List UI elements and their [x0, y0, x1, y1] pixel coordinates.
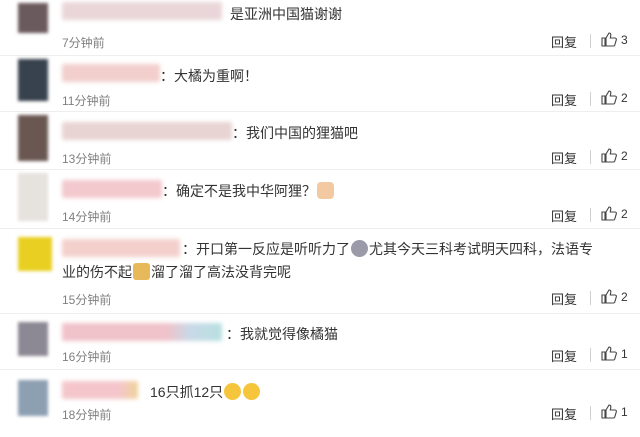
- comment-item: ：我就觉得像橘猫 16分钟前 回复 1: [0, 314, 640, 370]
- divider: [590, 92, 591, 106]
- like-count: 1: [621, 404, 628, 419]
- comment-item: ：确定不是我中华阿狸？ 14分钟前 回复 2: [0, 170, 640, 229]
- like-button[interactable]: 2: [601, 206, 628, 221]
- reply-button[interactable]: 回复: [551, 206, 577, 225]
- avatar[interactable]: [18, 3, 48, 33]
- like-count: 2: [621, 206, 628, 221]
- reply-button[interactable]: 回复: [551, 90, 577, 109]
- comment-time: 15分钟前: [62, 293, 112, 307]
- comment-text-line1b: 尤其今天三科考试明天四科，法语专: [369, 241, 593, 257]
- comment-item: ：我们中国的狸猫吧 13分钟前 回复 2: [0, 112, 640, 170]
- nickname-blurred[interactable]: [62, 2, 222, 20]
- comment-item: 是亚洲中国猫谢谢 7分钟前 回复 3: [0, 0, 640, 56]
- thumbs-up-icon: [601, 346, 617, 361]
- like-count: 2: [621, 90, 628, 105]
- comment-time: 18分钟前: [62, 408, 112, 422]
- comment-time: 16分钟前: [62, 350, 112, 364]
- avatar[interactable]: [18, 380, 48, 416]
- cat-face-emoji-icon: [317, 182, 334, 199]
- like-button[interactable]: 1: [601, 404, 628, 419]
- comment-text-body: ：确定不是我中华阿狸？: [162, 183, 316, 199]
- reply-button[interactable]: 回复: [551, 289, 577, 308]
- comment-item: 16只抓12只 18分钟前 回复 1: [0, 370, 640, 437]
- comment-text-line2b: 溜了溜了高法没背完呢: [151, 264, 291, 280]
- divider: [590, 150, 591, 164]
- like-button[interactable]: 2: [601, 90, 628, 105]
- nickname-blurred[interactable]: [62, 381, 138, 399]
- comment-item: ：开口第一反应是听听力了 尤其今天三科考试明天四科，法语专 业的伤不起 溜了溜了高法…: [0, 229, 640, 314]
- thumbs-up-icon: [601, 289, 617, 304]
- comment-text: ：确定不是我中华阿狸？: [162, 180, 562, 202]
- divider: [590, 208, 591, 222]
- like-count: 3: [621, 32, 628, 47]
- avatar[interactable]: [18, 322, 48, 356]
- comment-item: ：大橘为重啊！ 11分钟前 回复 2: [0, 56, 640, 112]
- comment-time: 14分钟前: [62, 210, 112, 224]
- nickname-blurred[interactable]: [62, 64, 160, 82]
- nickname-blurred[interactable]: [62, 122, 232, 140]
- divider: [590, 34, 591, 48]
- crying-face-emoji-icon: [224, 383, 242, 400]
- thumbs-up-icon: [601, 206, 617, 221]
- comment-text-body: 16只抓12只: [150, 384, 224, 400]
- comment-text: 16只抓12只: [150, 381, 550, 403]
- like-count: 2: [621, 289, 628, 304]
- thumbs-up-icon: [601, 32, 617, 47]
- sticker-emoji-icon: [133, 263, 150, 280]
- nickname-blurred[interactable]: [62, 323, 222, 341]
- divider: [590, 291, 591, 305]
- reply-button[interactable]: 回复: [551, 32, 577, 51]
- comment-text-line1: ：开口第一反应是听听力了: [182, 241, 350, 257]
- reply-button[interactable]: 回复: [551, 404, 577, 423]
- thumbs-up-icon: [601, 404, 617, 419]
- comment-time: 7分钟前: [62, 36, 105, 50]
- nickname-blurred[interactable]: [62, 180, 162, 198]
- comment-text: ：我们中国的狸猫吧: [232, 125, 358, 141]
- comment-time: 11分钟前: [62, 94, 111, 108]
- like-button[interactable]: 3: [601, 32, 628, 47]
- like-count: 2: [621, 148, 628, 163]
- like-button[interactable]: 1: [601, 346, 628, 361]
- avatar[interactable]: [18, 59, 48, 101]
- like-count: 1: [621, 346, 628, 361]
- reply-button[interactable]: 回复: [551, 346, 577, 365]
- crying-face-emoji-icon: [243, 383, 261, 400]
- thumbs-up-icon: [601, 148, 617, 163]
- divider: [590, 348, 591, 362]
- avatar[interactable]: [18, 115, 48, 161]
- sticker-emoji-icon: [351, 240, 368, 257]
- comment-text-line2a: 业的伤不起: [62, 264, 132, 280]
- comment-text: ：大橘为重啊！: [160, 68, 258, 84]
- comment-text: ：我就觉得像橘猫: [226, 326, 338, 342]
- divider: [590, 406, 591, 420]
- comment-text: 是亚洲中国猫谢谢: [230, 6, 342, 22]
- reply-button[interactable]: 回复: [551, 148, 577, 167]
- avatar[interactable]: [18, 173, 48, 221]
- comment-text: ：开口第一反应是听听力了 尤其今天三科考试明天四科，法语专 业的伤不起 溜了溜了高法…: [62, 238, 632, 284]
- like-button[interactable]: 2: [601, 148, 628, 163]
- thumbs-up-icon: [601, 90, 617, 105]
- avatar[interactable]: [18, 237, 52, 271]
- comment-time: 13分钟前: [62, 152, 112, 166]
- like-button[interactable]: 2: [601, 289, 628, 304]
